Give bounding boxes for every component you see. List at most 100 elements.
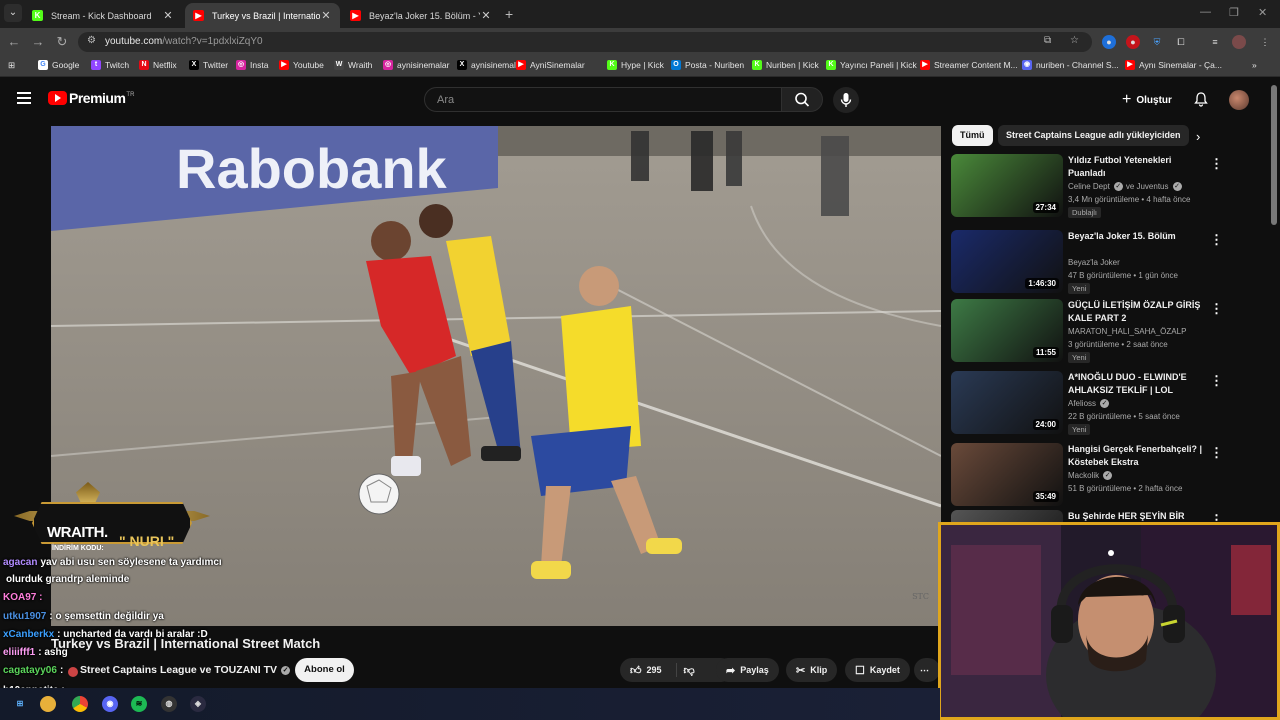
bookmark-item[interactable]: ▶ Aynı Sinemalar - Ça... xyxy=(1125,60,1222,70)
bookmark-label: Twitch xyxy=(105,60,130,70)
reload-icon[interactable]: ↻ xyxy=(54,34,70,50)
spotify-icon[interactable]: ≋ xyxy=(131,696,147,712)
bookmark-item[interactable]: X Twitter xyxy=(189,60,228,70)
back-icon[interactable]: ← xyxy=(6,34,22,49)
like-icon[interactable]: 👍︎ xyxy=(630,664,642,677)
more-actions-button[interactable]: ⋯ xyxy=(914,658,940,682)
windows-start-icon[interactable]: ⊞ xyxy=(12,696,28,712)
recommended-video[interactable]: 24:00 A*INOĞLU DUO - ELWIND'E AHLAKSIZ TE… xyxy=(951,371,1261,437)
bookmark-item[interactable]: K Nuriben | Kick xyxy=(752,60,819,70)
like-count[interactable]: 295 xyxy=(647,665,662,675)
bookmark-item[interactable]: ▶ Youtube xyxy=(279,60,324,70)
recommended-title[interactable]: Bu Şehirde HER ŞEYİN BİR xyxy=(1068,510,1206,523)
more-options-icon[interactable]: ⋮ xyxy=(1210,232,1223,248)
more-options-icon[interactable]: ⋮ xyxy=(1210,156,1223,172)
maximize-icon[interactable]: ❐ xyxy=(1229,6,1239,19)
install-icon[interactable]: ⧉ xyxy=(1044,35,1051,46)
voice-search-button[interactable] xyxy=(833,87,859,113)
bookmark-star-icon[interactable]: ☆ xyxy=(1070,35,1079,46)
more-options-icon[interactable]: ⋮ xyxy=(1210,301,1223,317)
video-thumbnail[interactable]: 11:55 xyxy=(951,299,1063,362)
search-input[interactable] xyxy=(425,88,781,112)
profile-avatar[interactable] xyxy=(1232,35,1246,49)
menu-icon[interactable] xyxy=(17,92,31,104)
channel-avatar[interactable] xyxy=(68,667,78,677)
more-options-icon[interactable]: ⋮ xyxy=(1210,373,1223,389)
tab-1[interactable]: K Stream - Kick Dashboard ✕ xyxy=(24,3,182,28)
bookmark-item[interactable]: G Google xyxy=(38,60,79,70)
menu-dots-icon[interactable]: ⋮ xyxy=(1258,35,1272,49)
account-avatar[interactable] xyxy=(1229,90,1249,110)
discord-icon[interactable]: ◉ xyxy=(102,696,118,712)
tab-search-button[interactable]: ⌄ xyxy=(4,4,22,22)
recommended-channel[interactable]: Afelioss ✓ xyxy=(1068,399,1110,408)
share-button[interactable]: ➦ Paylaş xyxy=(716,658,779,682)
recommended-video[interactable]: 11:55 GÜÇLÜ İLETİŞİM ÖZALP GİRİŞ KALE PAR… xyxy=(951,299,1261,365)
recommended-channel[interactable]: MARATON_HALI_SAHA_ÖZALP xyxy=(1068,327,1186,336)
more-options-icon[interactable]: ⋮ xyxy=(1210,445,1223,461)
reading-list-icon[interactable]: ≡ xyxy=(1208,35,1222,49)
close-window-icon[interactable]: ✕ xyxy=(1258,6,1267,19)
tab-2[interactable]: ▶ Turkey vs Brazil | International Street… xyxy=(185,3,340,28)
channel-name[interactable]: Street Captains League ve TOUZANI TV ✓ xyxy=(80,664,291,676)
file-explorer-icon[interactable] xyxy=(40,696,56,712)
chevron-right-icon[interactable]: › xyxy=(1196,129,1200,144)
clip-button[interactable]: ✂ Klip xyxy=(786,658,838,682)
shield-icon[interactable]: ⛨ xyxy=(1150,35,1164,49)
close-tab-icon[interactable]: ✕ xyxy=(480,9,492,22)
extension-icon[interactable]: ● xyxy=(1102,35,1116,49)
obs-icon[interactable]: ◍ xyxy=(161,696,177,712)
recommended-title[interactable]: A*INOĞLU DUO - ELWIND'E AHLAKSIZ TEKLİF … xyxy=(1068,371,1206,397)
new-tab-button[interactable]: + xyxy=(505,6,513,22)
recommended-title[interactable]: Hangisi Gerçek Fenerbahçeli? | Köstebek … xyxy=(1068,443,1206,468)
video-thumbnail[interactable]: 24:00 xyxy=(951,371,1063,434)
address-bar[interactable]: ⚙ youtube.com/watch?v=1pdxlxiZqY0 ⧉ ☆ xyxy=(78,32,1092,52)
recommended-video[interactable]: 27:34 Yıldız Futbol Yetenekleri Puanladı C… xyxy=(951,154,1261,220)
tab-3[interactable]: ▶ Beyaz'la Joker 15. Bölüm - YouT✕ xyxy=(342,3,500,28)
recommended-channel[interactable]: Beyaz'la Joker xyxy=(1068,258,1120,267)
recommended-title[interactable]: GÜÇLÜ İLETİŞİM ÖZALP GİRİŞ KALE PART 2 xyxy=(1068,299,1206,324)
app-icon[interactable]: ◈ xyxy=(190,696,206,712)
video-thumbnail[interactable]: 27:34 xyxy=(951,154,1063,217)
chrome-icon[interactable] xyxy=(72,696,88,712)
recommended-video[interactable]: 35:49 Hangisi Gerçek Fenerbahçeli? | Köst… xyxy=(951,443,1261,509)
bookmark-item[interactable]: t Twitch xyxy=(91,60,129,70)
dislike-icon[interactable]: 👎︎ xyxy=(684,664,695,677)
bookmark-item[interactable]: K Yayıncı Paneli | Kick xyxy=(826,60,917,70)
save-button[interactable]: ☐ Kaydet xyxy=(845,658,910,682)
bookmark-item[interactable]: N Netflix xyxy=(139,60,177,70)
recommended-channel[interactable]: Mackolik ✓ xyxy=(1068,471,1113,480)
bookmark-item[interactable]: ◉ nuriben - Channel S... xyxy=(1022,60,1119,70)
bookmark-item[interactable]: ▶ Streamer Content M... xyxy=(920,60,1018,70)
close-tab-icon[interactable]: ✕ xyxy=(162,9,174,22)
chip-uploader[interactable]: Street Captains League adlı yükleyiciden xyxy=(998,125,1189,146)
more-bookmarks-icon[interactable]: » xyxy=(1252,60,1257,70)
youtube-premium-logo[interactable]: Premium TR xyxy=(48,90,134,106)
close-tab-icon[interactable]: ✕ xyxy=(320,9,332,22)
minimize-icon[interactable]: — xyxy=(1200,6,1211,18)
chip-all[interactable]: Tümü xyxy=(952,125,993,146)
create-button[interactable]: + Oluştur xyxy=(1114,87,1182,113)
recommended-title[interactable]: Yıldız Futbol Yetenekleri Puanladı xyxy=(1068,154,1206,179)
bookmark-item[interactable]: ◎ Insta xyxy=(236,60,268,70)
recommended-video[interactable]: 1:46:30 Beyaz'la Joker 15. Bölüm Beyaz'la … xyxy=(951,230,1261,296)
video-thumbnail[interactable]: 1:46:30 xyxy=(951,230,1063,293)
bookmark-item[interactable]: K Hype | Kick xyxy=(607,60,664,70)
video-thumbnail[interactable]: 35:49 xyxy=(951,443,1063,506)
page-scrollbar[interactable] xyxy=(1271,85,1277,225)
recommended-channel[interactable]: Celine Dept ✓ ve Juventus ✓ xyxy=(1068,182,1182,191)
recommended-title[interactable]: Beyaz'la Joker 15. Bölüm xyxy=(1068,230,1206,243)
bookmark-item[interactable]: O Posta - Nuriben xyxy=(671,60,744,70)
forward-icon[interactable]: → xyxy=(30,34,46,49)
bookmark-item[interactable]: ▶ AyniSinemalar xyxy=(516,60,585,70)
bookmark-item[interactable]: Xaynisinemalar xyxy=(457,60,523,70)
search-button[interactable] xyxy=(781,87,823,112)
notifications-button[interactable] xyxy=(1193,91,1209,112)
subscribe-button[interactable]: Abone ol xyxy=(295,658,354,682)
bookmark-item[interactable]: ◎ aynisinemalar xyxy=(383,60,449,70)
bookmark-item[interactable]: W Wraith xyxy=(334,60,372,70)
extension-icon[interactable]: ● xyxy=(1126,35,1140,49)
extensions-puzzle-icon[interactable]: ⧠ xyxy=(1174,35,1188,49)
apps-grid-icon[interactable]: ⊞ xyxy=(8,60,15,71)
site-info-icon[interactable]: ⚙ xyxy=(87,35,96,46)
